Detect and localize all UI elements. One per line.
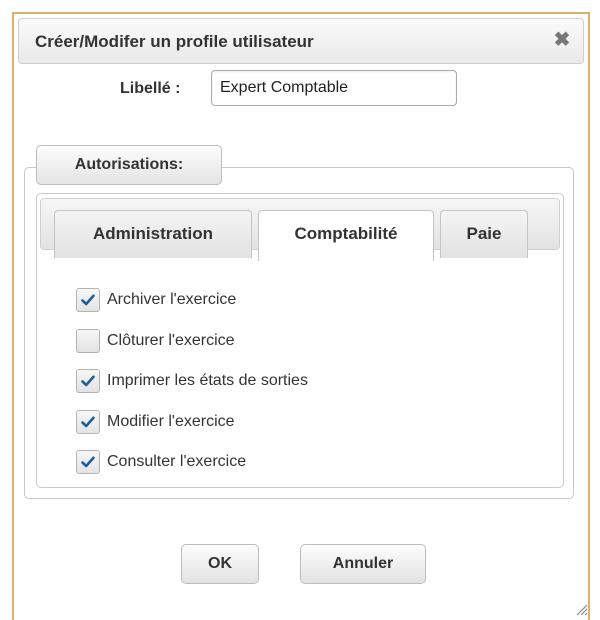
- checkbox-checked[interactable]: [76, 410, 100, 434]
- checkbox-unchecked[interactable]: [76, 329, 100, 353]
- cancel-button[interactable]: Annuler: [300, 544, 426, 584]
- tab-comptabilite[interactable]: Comptabilité: [258, 210, 434, 261]
- permission-consulter[interactable]: Consulter l'exercice: [76, 448, 436, 478]
- ok-button[interactable]: OK: [181, 544, 259, 584]
- dialog-titlebar[interactable]: Créer/Modifer un profile utilisateur ✖: [18, 18, 584, 64]
- autorisations-legend[interactable]: Autorisations:: [36, 145, 222, 185]
- checkmark-icon: [81, 375, 95, 387]
- permission-label: Archiver l'exercice: [107, 291, 237, 308]
- permission-label: Clôturer l'exercice: [107, 332, 235, 349]
- resize-grip-icon[interactable]: [574, 602, 588, 616]
- checkmark-icon: [81, 294, 95, 306]
- permission-cloturer[interactable]: Clôturer l'exercice: [76, 327, 436, 357]
- permission-label: Imprimer les états de sorties: [107, 372, 308, 389]
- checkbox-checked[interactable]: [76, 369, 100, 393]
- permission-modifier[interactable]: Modifier l'exercice: [76, 408, 436, 438]
- permission-label: Modifier l'exercice: [107, 413, 235, 430]
- tab-paie[interactable]: Paie: [440, 210, 528, 258]
- permission-archiver[interactable]: Archiver l'exercice: [76, 286, 436, 316]
- permission-imprimer[interactable]: Imprimer les états de sorties: [76, 367, 436, 397]
- permission-label: Consulter l'exercice: [107, 453, 247, 470]
- libelle-input[interactable]: [211, 70, 457, 106]
- checkmark-icon: [81, 416, 95, 428]
- checkbox-checked[interactable]: [76, 450, 100, 474]
- libelle-label: Libellé :: [120, 80, 181, 97]
- checkmark-icon: [81, 456, 95, 468]
- close-icon[interactable]: ✖: [551, 29, 573, 51]
- checkbox-checked[interactable]: [76, 288, 100, 312]
- tab-administration[interactable]: Administration: [54, 210, 252, 258]
- dialog-title: Créer/Modifer un profile utilisateur: [35, 32, 314, 51]
